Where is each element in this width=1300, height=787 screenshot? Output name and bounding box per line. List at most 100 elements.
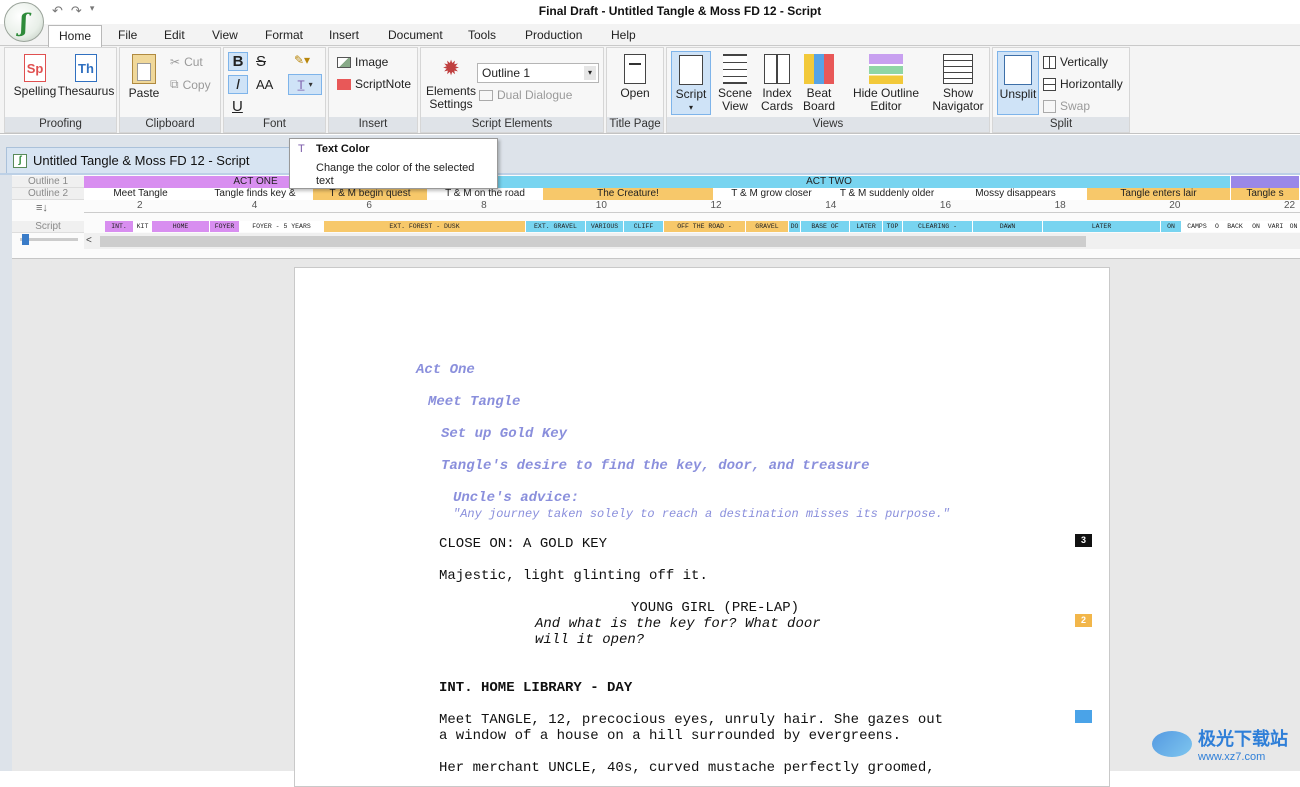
scene-card[interactable]: EXT. GRAVEL [526,221,586,232]
outline-1-card[interactable]: ACT TWO [428,176,1231,188]
scene-card[interactable]: LATER [850,221,883,232]
highlight-icon[interactable]: ✎▾ [294,53,310,67]
italic-button[interactable]: I [228,75,248,94]
underline-button[interactable]: U [232,98,243,115]
action-line[interactable]: Majestic, light glinting off it. [439,568,708,584]
scene-card[interactable]: DAWN [973,221,1043,232]
cut-button[interactable]: ✂ Cut [170,55,203,69]
tab-insert[interactable]: Insert [329,28,359,42]
outline-element-beat-2[interactable]: Tangle's desire to find the key, door, a… [441,458,869,474]
outline-2-card[interactable]: T & M suddenly older [830,188,945,200]
dialogue-line[interactable]: And what is the key for? What door [535,616,821,632]
character-name[interactable]: YOUNG GIRL (PRE-LAP) [631,600,799,616]
text-size-button[interactable]: AA [256,77,273,92]
tab-file[interactable]: File [118,28,137,42]
scene-card[interactable]: O [1213,221,1222,232]
bold-button[interactable]: B [228,52,248,71]
spelling-button[interactable]: Sp Spelling [9,54,61,98]
scene-card[interactable]: LATER [1043,221,1161,232]
action-line[interactable]: CLOSE ON: A GOLD KEY [439,536,607,552]
scene-card[interactable]: GRAVEL [746,221,789,232]
tab-edit[interactable]: Edit [164,28,185,42]
tab-home[interactable]: Home [48,25,102,47]
scriptnote-icon[interactable] [1075,710,1092,723]
zoom-slider-thumb[interactable] [22,234,29,245]
tab-format[interactable]: Format [265,28,303,42]
outline-element-beat-3[interactable]: Uncle's advice: [453,490,579,506]
hide-outline-editor-button[interactable]: Hide Outline Editor [847,54,925,113]
dual-dialogue-button[interactable]: Dual Dialogue [479,88,572,102]
action-line[interactable]: a window of a house on a hill surrounded… [439,728,901,744]
script-page[interactable]: Act One Meet Tangle Set up Gold Key Tang… [294,267,1110,787]
scene-card[interactable]: FOYER [210,221,240,232]
tab-production[interactable]: Production [525,28,582,42]
tab-view[interactable]: View [212,28,238,42]
split-horizontally-button[interactable]: Horizontally [1043,77,1123,91]
unsplit-button[interactable]: Unsplit [997,51,1039,115]
outline-element-sequence[interactable]: Meet Tangle [428,394,520,410]
scene-card[interactable]: BACK [1222,221,1249,232]
scene-card[interactable]: EXT. FOREST - DUSK [324,221,526,232]
scriptnote-button[interactable]: ScriptNote [337,77,411,91]
scene-card[interactable]: OFF THE ROAD - [664,221,746,232]
outline-2-card[interactable]: The Creature! [543,188,714,200]
scene-card[interactable]: ON [1161,221,1182,232]
outline-1-card[interactable] [1231,176,1300,188]
outline-2-card[interactable]: Mossy disappears [945,188,1087,200]
scene-card[interactable]: ON [1288,221,1300,232]
outline-sort-icon[interactable]: ≡↓ [36,202,48,214]
document-tab[interactable]: ʃ Untitled Tangle & Moss FD 12 - Script [6,147,296,173]
outline-2-card[interactable]: Tangle finds key & [198,188,313,200]
scroll-left-icon[interactable]: < [86,235,92,246]
tab-document[interactable]: Document [388,28,443,42]
outline-2-card[interactable]: Meet Tangle [84,188,198,200]
scene-card[interactable]: CAMPS [1182,221,1213,232]
scene-card[interactable]: INT. [105,221,134,232]
tab-tools[interactable]: Tools [468,28,496,42]
scene-card[interactable]: DO [789,221,801,232]
outline-2-card[interactable]: Tangle enters lair [1087,188,1231,200]
scene-card[interactable]: CLIFF [624,221,664,232]
outline-2-card[interactable]: T & M on the road [428,188,543,200]
element-type-select[interactable]: Outline 1 ▾ [477,63,599,83]
final-draft-logo-icon[interactable]: ʃ [4,2,44,42]
outline-2-card[interactable]: T & M begin quest [313,188,428,200]
scene-card[interactable]: VARI [1264,221,1288,232]
scene-card[interactable]: HOME [152,221,210,232]
script-view-button[interactable]: Script ▾ [671,51,711,115]
scene-card[interactable]: CLEARING - [903,221,973,232]
dialogue-line[interactable]: will it open? [535,632,644,648]
beat-board-button[interactable]: Beat Board [799,54,839,113]
outline-2-card[interactable]: T & M grow closer [714,188,830,200]
scene-view-button[interactable]: Scene View [715,54,755,113]
scene-card[interactable]: KIT [134,221,152,232]
scene-number-marker[interactable]: 3 [1075,534,1092,547]
outline-element-quote[interactable]: "Any journey taken solely to reach a des… [453,507,950,521]
text-color-button[interactable]: T̲ ▾ [288,74,322,95]
swap-button[interactable]: Swap [1043,99,1090,113]
paste-button[interactable]: Paste [126,54,162,100]
scene-heading[interactable]: INT. HOME LIBRARY - DAY [439,680,632,696]
show-navigator-button[interactable]: Show Navigator [929,54,987,113]
thesaurus-button[interactable]: Th Thesaurus [57,54,115,98]
scene-card[interactable]: TOP [883,221,903,232]
outline-2-card[interactable]: Tangle s [1231,188,1300,200]
scene-card[interactable]: BASE OF [801,221,850,232]
strikethrough-button[interactable]: S [256,53,266,70]
copy-button[interactable]: ⧉ Copy [170,77,211,92]
outline-element-beat-1[interactable]: Set up Gold Key [441,426,567,442]
action-line[interactable]: Meet TANGLE, 12, precocious eyes, unruly… [439,712,943,728]
outline-element-act[interactable]: Act One [416,362,475,378]
scene-card[interactable]: FOYER - 5 YEARS [240,221,324,232]
outline-scroll-thumb[interactable] [100,236,1086,247]
tab-help[interactable]: Help [611,28,636,42]
action-line[interactable]: Her merchant UNCLE, 40s, curved mustache… [439,760,935,776]
scene-number-marker[interactable]: 2 [1075,614,1092,627]
insert-image-button[interactable]: Image [337,55,388,69]
scene-card[interactable]: VARIOUS [586,221,624,232]
index-cards-button[interactable]: Index Cards [757,54,797,113]
split-vertically-button[interactable]: Vertically [1043,55,1108,69]
elements-settings-button[interactable]: ✹ Elements Settings [425,54,477,111]
open-title-page-button[interactable]: Open [613,54,657,100]
scene-card[interactable]: ON [1249,221,1264,232]
